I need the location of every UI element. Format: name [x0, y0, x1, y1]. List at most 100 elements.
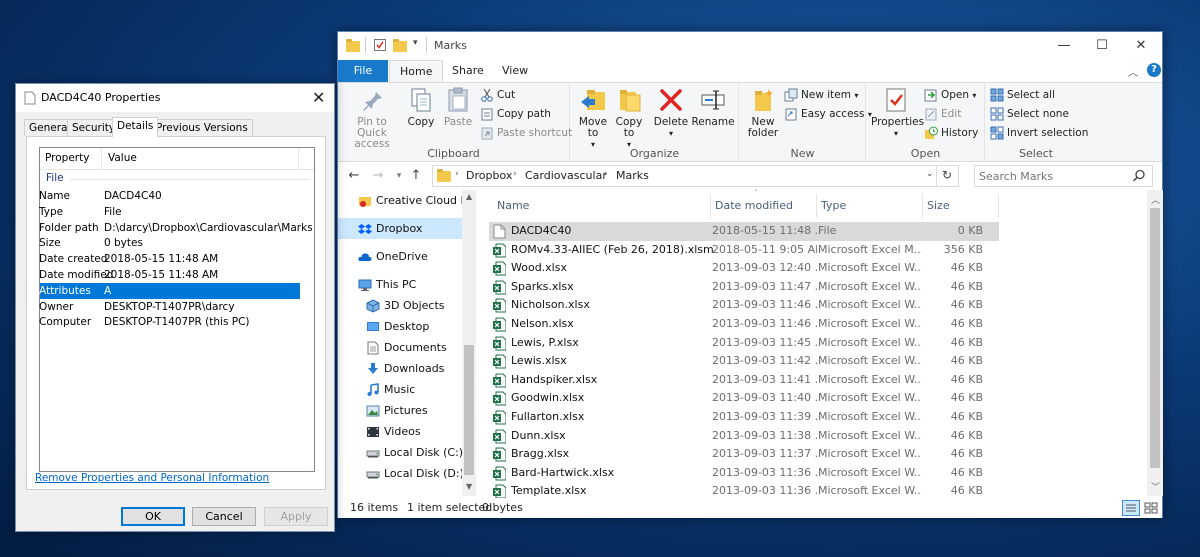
recent-locations-icon[interactable]: ▾ — [391, 168, 407, 184]
property-row[interactable]: Name DACD4C40 — [39, 188, 300, 204]
breadcrumb-cardiovascular[interactable]: Cardiovascular — [525, 169, 607, 182]
nav-item[interactable]: Videos — [338, 421, 462, 442]
file-row[interactable]: Goodwin.xlsx 2013-09-03 11:40 ... Microsof… — [489, 389, 999, 408]
scroll-up-icon[interactable]: ︿ — [1151, 193, 1160, 206]
file-row[interactable]: Wood.xlsx 2013-09-03 12:40 ... Microsoft E… — [489, 259, 999, 278]
property-row[interactable]: Date created 2018-05-15 11:48 AM — [39, 251, 300, 267]
file-row[interactable]: Nelson.xlsx 2013-09-03 11:46 ... Microsoft… — [489, 315, 999, 334]
tab-home[interactable]: Home — [389, 60, 444, 83]
property-row[interactable]: Size 0 bytes — [39, 235, 300, 251]
property-row[interactable]: Attributes A — [39, 282, 300, 299]
properties-quick-icon[interactable] — [373, 38, 387, 52]
explorer-titlebar[interactable]: ▾ Marks — ☐ ✕ — [338, 32, 1162, 60]
file-row[interactable]: Handspiker.xlsx 2013-09-03 11:41 ... Micro… — [489, 371, 999, 390]
cancel-button[interactable]: Cancel — [192, 507, 256, 526]
properties-button[interactable]: Properties ▾ — [871, 86, 924, 139]
property-row[interactable]: Type File — [39, 204, 300, 220]
breadcrumb-marks[interactable]: Marks — [616, 169, 649, 182]
file-row[interactable]: Lewis.xlsx 2013-09-03 11:42 ... Microsoft … — [489, 352, 999, 371]
tab-file[interactable]: File — [338, 60, 388, 82]
new-folder-quick-icon[interactable] — [393, 38, 407, 52]
invert-selection-button[interactable]: Invert selection — [990, 124, 1088, 142]
minimize-button[interactable]: — — [1045, 32, 1083, 60]
apply-button[interactable]: Apply — [264, 507, 328, 526]
nav-item[interactable]: OneDrive — [338, 246, 462, 267]
nav-item[interactable]: Creative Cloud Fil — [338, 190, 462, 211]
close-button[interactable]: ✕ — [1122, 32, 1160, 60]
file-row[interactable]: Bragg.xlsx 2013-09-03 11:37 ... Microsoft … — [489, 445, 999, 464]
history-button[interactable]: History — [924, 124, 978, 142]
file-row[interactable]: Lewis, P.xlsx 2013-09-03 11:45 ... Microso… — [489, 334, 999, 353]
nav-item[interactable]: Downloads — [338, 358, 462, 379]
paste-shortcut-button[interactable]: Paste shortcut — [480, 124, 572, 142]
dialog-titlebar[interactable]: DACD4C40 Properties ✕ — [16, 84, 334, 112]
remove-properties-link[interactable]: Remove Properties and Personal Informati… — [35, 472, 269, 484]
property-row[interactable]: Folder path D:\darcy\Dropbox\Cardiovascul… — [39, 220, 313, 236]
tab-previous-versions[interactable]: Previous Versions — [151, 119, 253, 136]
pin-to-quick-access-button[interactable]: Pin to Quick access — [343, 86, 401, 150]
nav-item[interactable]: Desktop — [338, 316, 462, 337]
dialog-close-button[interactable]: ✕ — [312, 88, 325, 107]
navigation-pane-scrollbar[interactable]: ▲ ▼ — [462, 190, 476, 496]
tab-view[interactable]: View — [492, 60, 538, 82]
file-row[interactable]: Dunn.xlsx 2013-09-03 11:38 ... Microsoft E… — [489, 427, 999, 446]
easy-access-button[interactable]: Easy access ▾ — [784, 105, 872, 123]
nav-item[interactable]: Pictures — [338, 400, 462, 421]
maximize-button[interactable]: ☐ — [1083, 32, 1121, 60]
new-item-button[interactable]: New item ▾ — [784, 86, 858, 104]
nav-item[interactable]: This PC — [338, 274, 462, 295]
property-row[interactable]: Owner DESKTOP-T1407PR\darcy — [39, 299, 300, 315]
new-folder-button[interactable]: New folder — [744, 86, 782, 139]
help-icon[interactable]: ? — [1147, 63, 1161, 77]
property-row[interactable]: Computer DESKTOP-T1407PR (this PC) — [39, 314, 300, 330]
nav-item[interactable]: Music — [338, 379, 462, 400]
open-button[interactable]: Open ▾ — [924, 86, 976, 104]
up-icon[interactable]: ↑ — [408, 168, 424, 184]
large-icons-view-icon[interactable] — [1143, 501, 1159, 515]
address-bar[interactable]: › Dropbox › Cardiovascular › Marks ⌄ ↻ — [432, 165, 959, 187]
nav-item[interactable]: Dropbox — [338, 218, 462, 239]
scrollbar-thumb[interactable] — [1150, 208, 1160, 468]
breadcrumb-dropbox[interactable]: Dropbox — [466, 169, 512, 182]
nav-item[interactable]: Local Disk (D:) — [338, 463, 462, 484]
move-to-icon — [579, 86, 607, 114]
paste-button[interactable]: Paste — [440, 86, 476, 128]
tab-share[interactable]: Share — [442, 60, 494, 82]
file-row[interactable]: Bard-Hartwick.xlsx 2013-09-03 11:36 ... Mi… — [489, 464, 999, 483]
ok-button[interactable]: OK — [121, 507, 185, 526]
refresh-icon[interactable]: ↻ — [942, 168, 952, 182]
copy-path-button[interactable]: Copy path — [480, 105, 551, 123]
edit-button[interactable]: Edit — [924, 105, 961, 123]
copy-button[interactable]: Copy — [404, 86, 438, 128]
file-row[interactable]: Fullarton.xlsx 2013-09-03 11:39 ... Micros… — [489, 408, 999, 427]
nav-item[interactable]: Local Disk (C:) — [338, 442, 462, 463]
delete-button[interactable]: Delete ▾ — [651, 86, 691, 139]
scroll-down-icon[interactable]: ▼ — [466, 482, 472, 491]
back-icon[interactable]: ← — [346, 168, 362, 184]
search-input[interactable] — [979, 168, 1129, 184]
move-to-button[interactable]: Move to ▾ — [575, 86, 611, 150]
file-row[interactable]: ROMv4.33-AIIEC (Feb 26, 2018).xlsm 2018-0… — [489, 241, 999, 260]
file-row[interactable]: Nicholson.xlsx 2013-09-03 11:46 ... Micros… — [489, 296, 999, 315]
nav-item[interactable]: 3D Objects — [338, 295, 462, 316]
scroll-down-icon[interactable]: ﹀ — [1151, 480, 1160, 493]
scroll-up-icon[interactable]: ▲ — [466, 192, 472, 201]
file-row[interactable]: DACD4C40 2018-05-15 11:48 ... File 0 KB — [489, 222, 999, 241]
collapse-ribbon-icon[interactable]: ︿ — [1128, 64, 1138, 79]
customize-quick-access-icon[interactable]: ▾ — [413, 38, 418, 48]
rename-button[interactable]: Rename — [691, 86, 735, 128]
copy-to-button[interactable]: Copy to ▾ — [611, 86, 647, 150]
forward-icon[interactable]: → — [370, 168, 386, 184]
details-view-icon[interactable] — [1122, 500, 1140, 516]
address-dropdown-icon[interactable]: ⌄ — [926, 169, 934, 179]
search-box[interactable] — [974, 165, 1153, 187]
nav-item[interactable]: Documents — [338, 337, 462, 358]
scrollbar-thumb[interactable] — [464, 345, 474, 475]
select-all-button[interactable]: Select all — [990, 86, 1055, 104]
tab-details[interactable]: Details — [112, 117, 159, 137]
file-row[interactable]: Sparks.xlsx 2013-09-03 11:47 ... Microsoft… — [489, 278, 999, 297]
file-list-scrollbar[interactable]: ︿ ﹀ — [1147, 190, 1163, 496]
select-none-button[interactable]: Select none — [990, 105, 1069, 123]
property-row[interactable]: Date modified 2018-05-15 11:48 AM — [39, 267, 300, 283]
cut-button[interactable]: Cut — [480, 86, 515, 104]
